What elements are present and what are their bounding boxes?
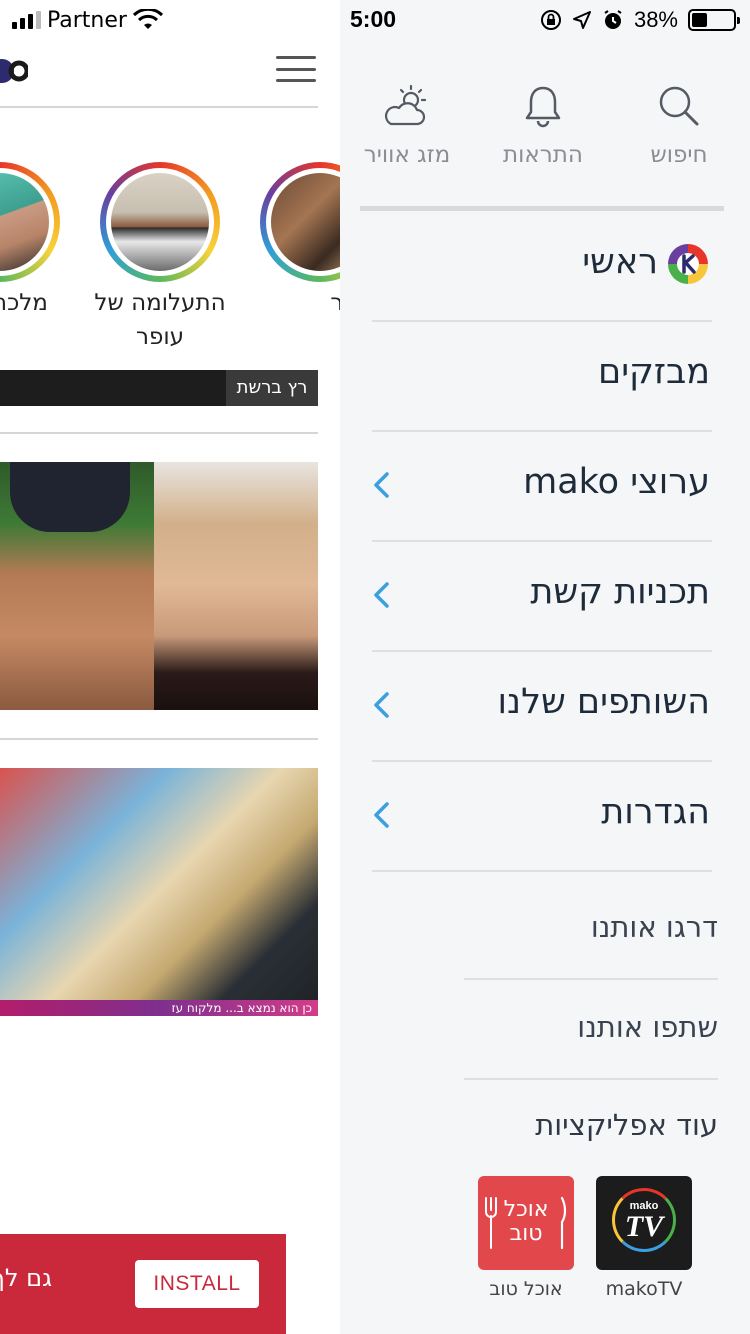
hamburger-menu-icon[interactable] bbox=[276, 56, 316, 82]
install-button[interactable]: INSTALL bbox=[135, 1260, 259, 1308]
divider bbox=[0, 432, 318, 434]
weather-button[interactable]: מזג אוויר bbox=[352, 84, 462, 168]
app-label: makoTV bbox=[605, 1278, 683, 1300]
location-arrow-icon bbox=[572, 11, 591, 29]
notifications-button[interactable]: התראות bbox=[488, 84, 598, 168]
app-ochel-tov[interactable]: אוכל טוב אוכל טוב bbox=[478, 1176, 574, 1300]
site-logo-icon[interactable] bbox=[0, 56, 28, 86]
menu-item-label: תכניות קשת bbox=[530, 572, 710, 612]
carrier-name: Partner bbox=[47, 7, 127, 33]
story-avatar[interactable] bbox=[100, 162, 220, 282]
menu-item-partners[interactable]: השותפים שלנו bbox=[372, 652, 710, 762]
weather-label: מזג אוויר bbox=[363, 142, 451, 168]
article-image[interactable] bbox=[0, 462, 318, 710]
story-avatar[interactable] bbox=[0, 162, 60, 282]
chevron-left-icon bbox=[374, 692, 389, 718]
share-us-link[interactable]: שתפו אותנו bbox=[577, 1010, 718, 1044]
photo-right bbox=[154, 462, 318, 710]
cellular-signal-icon bbox=[12, 11, 41, 29]
menu-item-label: מבזקים bbox=[597, 352, 710, 392]
battery-icon bbox=[688, 9, 740, 31]
divider bbox=[0, 106, 318, 108]
more-apps-heading: עוד אפליקציות bbox=[535, 1108, 718, 1142]
menu-item-flashes[interactable]: מבזקים bbox=[372, 322, 710, 432]
banner-tag: רץ ברשת bbox=[226, 370, 318, 406]
status-bar-right: 38% bbox=[540, 6, 740, 34]
rate-us-link[interactable]: דרגו אותנו bbox=[591, 910, 718, 944]
menu-item-label: ערוצי mako bbox=[523, 462, 710, 502]
search-button[interactable]: חיפוש bbox=[624, 84, 734, 168]
chevron-left-icon bbox=[374, 472, 389, 498]
story-label: יות גבר bbox=[330, 290, 340, 316]
menu-item-home[interactable]: ראשי bbox=[372, 212, 710, 322]
weather-icon bbox=[384, 84, 427, 126]
article-image[interactable]: כן הוא נמצא ב... מלקוח עז bbox=[0, 768, 318, 1016]
fork-icon bbox=[485, 1197, 497, 1249]
wifi-icon bbox=[132, 9, 163, 29]
ochel-tov-icon-text: אוכל טוב bbox=[503, 1197, 549, 1246]
rotation-lock-icon bbox=[540, 10, 561, 30]
menu-item-label: הגדרות bbox=[601, 792, 710, 832]
menu-divider bbox=[372, 870, 712, 872]
story-label: התעלומה של עופר bbox=[94, 290, 226, 350]
status-time: 5:00 bbox=[350, 6, 397, 32]
notifications-label: התראות bbox=[503, 142, 583, 168]
divider bbox=[0, 738, 318, 740]
bell-icon bbox=[525, 86, 561, 128]
install-banner: גם לך INSTALL bbox=[0, 1234, 286, 1334]
card-caption: כן הוא נמצא ב... מלקוח עז bbox=[0, 1000, 318, 1016]
makotv-app-icon: mako TV bbox=[596, 1176, 692, 1270]
menu-item-settings[interactable]: הגדרות bbox=[372, 762, 710, 872]
app-label: אוכל טוב bbox=[489, 1278, 563, 1300]
mako-logo-icon bbox=[668, 244, 708, 284]
makotv-icon-tv: TV bbox=[624, 1210, 664, 1243]
status-bar-left: Partner bbox=[12, 6, 163, 34]
drawer-divider bbox=[360, 206, 724, 211]
side-drawer: 5:00 38% חיפוש התראות מזג אוויר ראשי מבז… bbox=[340, 0, 750, 1334]
secondary-divider bbox=[464, 978, 718, 980]
search-icon bbox=[659, 86, 699, 126]
chevron-left-icon bbox=[374, 582, 389, 608]
photo bbox=[0, 768, 318, 1016]
secondary-divider bbox=[464, 1078, 718, 1080]
chevron-left-icon bbox=[374, 802, 389, 828]
install-banner-text: גם לך bbox=[0, 1264, 52, 1292]
menu-item-keshet-shows[interactable]: תכניות קשת bbox=[372, 542, 710, 652]
ochel-tov-app-icon: אוכל טוב bbox=[478, 1176, 574, 1270]
app-makotv[interactable]: mako TV makoTV bbox=[596, 1176, 692, 1300]
cap-shape bbox=[10, 462, 130, 532]
underlying-page: Partner מלכה התעלומה של עופר יות גבר רץ … bbox=[0, 0, 340, 1334]
search-label: חיפוש bbox=[650, 142, 708, 168]
battery-percent: 38% bbox=[633, 7, 678, 32]
menu-item-mako-channels[interactable]: ערוצי mako bbox=[372, 432, 710, 542]
menu-item-label: השותפים שלנו bbox=[497, 682, 710, 722]
knife-icon bbox=[560, 1196, 567, 1250]
story-avatar[interactable] bbox=[260, 162, 340, 282]
menu-item-label: ראשי bbox=[582, 242, 658, 282]
video-banner[interactable]: רץ ברשת bbox=[0, 370, 318, 406]
alarm-icon bbox=[604, 10, 622, 29]
